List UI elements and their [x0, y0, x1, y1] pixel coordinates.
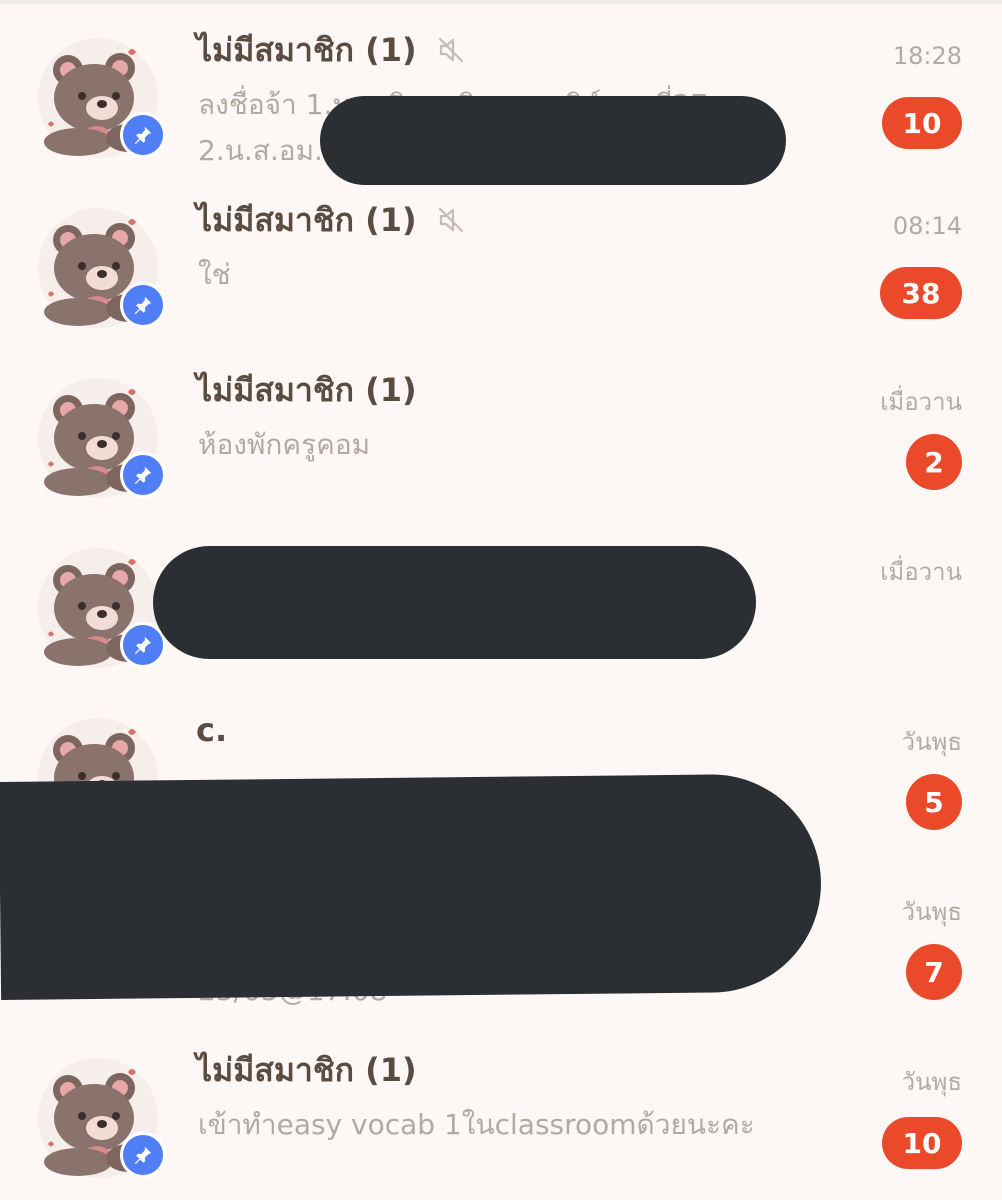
chat-time: 08:14 — [892, 212, 962, 240]
message-preview: ห้องพักครูคอม — [198, 428, 371, 461]
speaker-muted-icon — [437, 36, 465, 64]
teddy-bear-avatar[interactable] — [38, 208, 166, 328]
chat-name: ไม่มีสมาชิก (1) — [196, 200, 417, 239]
chat-name: ไม่มีสมาชิก (1) — [196, 370, 417, 409]
speaker-muted-icon — [437, 206, 465, 234]
teddy-bear-avatar[interactable] — [38, 548, 166, 668]
chat-list-screen: ไม่มีสมาชิก (1) ลงชื่อจ้า 1.น.ส.ชิญ...ชิ… — [0, 0, 1002, 1200]
teddy-bear-avatar[interactable] — [38, 1058, 166, 1178]
teddy-bear-avatar[interactable] — [38, 38, 166, 158]
chat-time: วันพุธ — [901, 1068, 962, 1096]
redaction-bar — [320, 96, 786, 185]
unread-badge: 10 — [882, 97, 962, 149]
chat-time: 18:28 — [892, 42, 962, 70]
chat-time: เมื่อวาน — [880, 388, 962, 416]
redaction-bar — [0, 773, 823, 1000]
unread-badge: 10 — [882, 1117, 962, 1169]
chat-name: ไม่มีสมาชิก (1) — [196, 1050, 417, 1089]
chat-name: c. — [196, 711, 228, 749]
unread-badge: 7 — [906, 944, 962, 1000]
unread-badge: 5 — [906, 774, 962, 830]
unread-badge: 2 — [906, 434, 962, 490]
chat-name: ไม่มีสมาชิก (1) — [196, 30, 417, 69]
chat-title-line: ไม่มีสมาชิก (1) — [196, 194, 465, 246]
chat-title-line: ไม่มีสมาชิก (1) — [196, 364, 417, 416]
chat-time: เมื่อวาน — [880, 558, 962, 586]
chat-time: วันพุธ — [901, 728, 962, 756]
unread-badge: 38 — [880, 267, 962, 319]
chat-title-line: c. — [196, 704, 227, 756]
pin-icon — [120, 112, 166, 158]
teddy-bear-avatar[interactable] — [38, 378, 166, 498]
pin-icon — [120, 1132, 166, 1178]
pin-icon — [120, 282, 166, 328]
chat-title-line: ไม่มีสมาชิก (1) — [196, 1044, 417, 1096]
chat-row[interactable]: ไม่มีสมาชิก (1) ใช่ 08:14 38 — [0, 170, 1002, 340]
chat-time: วันพุธ — [901, 898, 962, 926]
message-preview: ใช่ — [198, 258, 231, 291]
redaction-bar — [153, 546, 756, 659]
chat-row[interactable]: ไม่มีสมาชิก (1) เข้าทำeasy vocab 1ในclas… — [0, 1020, 1002, 1190]
chat-title-line: ไม่มีสมาชิก (1) — [196, 24, 465, 76]
chat-row[interactable]: ไม่มีสมาชิก (1) ห้องพักครูคอม เมื่อวาน 2 — [0, 340, 1002, 510]
pin-icon — [120, 452, 166, 498]
message-preview: เข้าทำeasy vocab 1ในclassroomด้วยนะคะ — [198, 1108, 755, 1141]
